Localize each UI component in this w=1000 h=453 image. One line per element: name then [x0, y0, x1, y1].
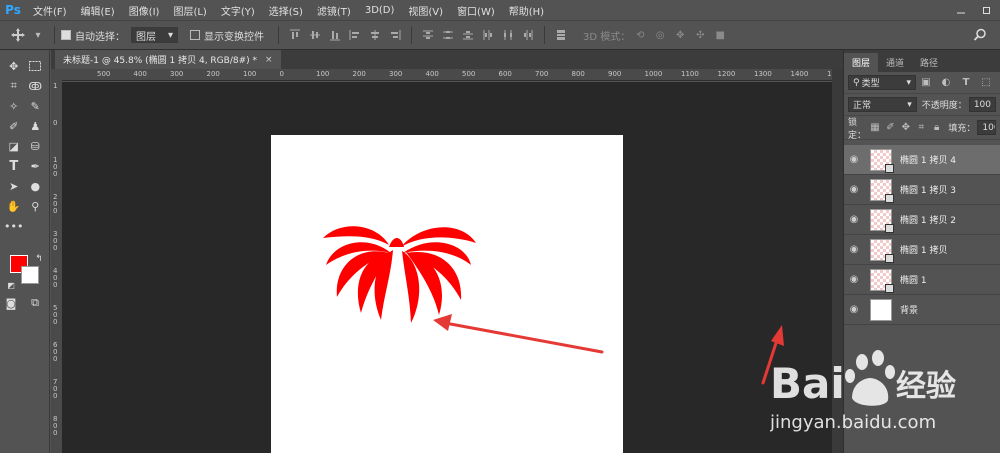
annotation-arrow-left — [433, 314, 604, 354]
visibility-eye-icon[interactable]: ◉ — [844, 214, 864, 225]
lock-all-icon[interactable]: 🔒︎ — [931, 120, 942, 136]
visibility-eye-icon[interactable]: ◉ — [844, 304, 864, 315]
layer-row[interactable]: ◉ 背景 — [844, 295, 1000, 325]
blend-mode-dropdown[interactable]: 正常 ▾ — [848, 97, 917, 112]
smart-object-icon — [885, 253, 894, 263]
visibility-eye-icon[interactable]: ◉ — [844, 154, 864, 165]
layer-name: 背景 — [900, 306, 919, 316]
lock-position-icon[interactable]: ✥ — [900, 120, 911, 136]
tab-channels[interactable]: 通道 — [878, 53, 912, 72]
chevron-down-icon: ▾ — [907, 99, 912, 110]
layer-row[interactable]: ◉ 椭圆 1 拷贝 3 — [844, 175, 1000, 205]
lock-paint-icon[interactable]: ✐ — [885, 120, 896, 136]
visibility-eye-icon[interactable]: ◉ — [844, 244, 864, 255]
layer-filter-dropdown[interactable]: ⚲ 类型 ▾ — [848, 75, 916, 90]
filter-pixel-icon[interactable]: ▣ — [918, 75, 934, 91]
layer-filter-value: 类型 — [861, 79, 880, 89]
layer-row[interactable]: ◉ 椭圆 1 拷贝 4 — [844, 145, 1000, 175]
filter-row: ⚲ 类型 ▾ ▣ ◐ T ⬚ — [844, 72, 1000, 94]
paw-icon — [845, 350, 895, 406]
lock-row: 锁定： ▦ ✐ ✥ ⌗ 🔒︎ 填充： 100 — [844, 116, 1000, 141]
blend-mode-value: 正常 — [853, 101, 872, 111]
baidu-jingyan-watermark: Bai 经验 jingyan.baidu.com — [770, 350, 956, 433]
filter-adjustment-icon[interactable]: ◐ — [938, 75, 954, 91]
watermark-brand: Bai — [770, 359, 845, 408]
watermark-brand-suffix: 经验 — [896, 369, 956, 404]
layer-thumbnail — [870, 238, 894, 263]
layer-name: 椭圆 1 拷贝 3 — [900, 186, 957, 196]
opacity-field[interactable]: 100 — [968, 97, 996, 112]
layer-thumbnail — [870, 268, 894, 293]
opacity-label: 不透明度： — [921, 101, 967, 111]
lock-label: 锁定： — [848, 117, 867, 141]
filter-type-icon[interactable]: T — [958, 75, 974, 91]
visibility-eye-icon[interactable]: ◉ — [844, 184, 864, 195]
panel-tabs: 图层 通道 路径 — [844, 50, 1000, 72]
tab-paths[interactable]: 路径 — [912, 53, 946, 72]
layer-row[interactable]: ◉ 椭圆 1 拷贝 2 — [844, 205, 1000, 235]
smart-object-icon — [885, 163, 894, 173]
layer-name: 椭圆 1 拷贝 4 — [900, 156, 957, 166]
layer-thumbnail — [870, 298, 892, 321]
filter-shape-icon[interactable]: ⬚ — [978, 75, 994, 91]
opacity-value: 100 — [973, 99, 991, 110]
visibility-eye-icon[interactable]: ◉ — [844, 274, 864, 285]
layer-thumbnail — [870, 148, 894, 173]
tab-layers[interactable]: 图层 — [844, 53, 879, 72]
layer-thumbnail — [870, 178, 894, 203]
search-icon: ⚲ — [853, 77, 860, 88]
blend-row: 正常 ▾ 不透明度： 100 — [844, 94, 1000, 116]
lock-artboard-icon[interactable]: ⌗ — [916, 120, 927, 136]
smart-object-icon — [885, 283, 894, 293]
layer-row[interactable]: ◉ 椭圆 1 拷贝 — [844, 235, 1000, 265]
layer-name: 椭圆 1 — [900, 276, 927, 286]
fill-field[interactable]: 100 — [977, 120, 996, 135]
layer-name: 椭圆 1 拷贝 — [900, 246, 948, 256]
fill-label: 填充： — [948, 124, 976, 134]
smart-object-icon — [885, 223, 894, 233]
lock-transparent-icon[interactable]: ▦ — [869, 120, 880, 136]
layer-name: 椭圆 1 拷贝 2 — [900, 216, 957, 226]
layer-thumbnail — [870, 208, 894, 233]
fill-value: 100 — [982, 122, 995, 133]
chevron-down-icon: ▾ — [906, 77, 911, 88]
watermark-url: jingyan.baidu.com — [770, 412, 936, 433]
layer-row[interactable]: ◉ 椭圆 1 — [844, 265, 1000, 295]
smart-object-icon — [885, 193, 894, 203]
